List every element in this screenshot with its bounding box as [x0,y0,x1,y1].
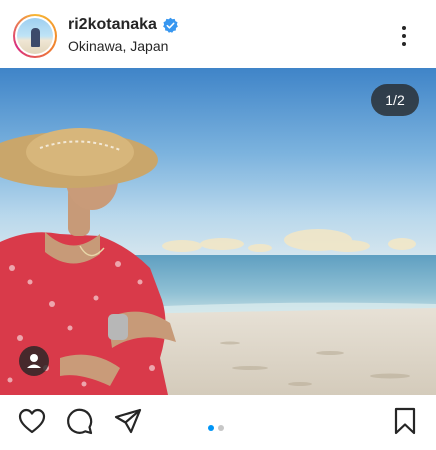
avatar-figure [31,28,40,47]
paper-plane-icon[interactable] [113,406,143,436]
profile-avatar[interactable] [13,14,57,58]
username-link[interactable]: ri2kotanaka [68,16,157,34]
avatar-image [17,18,53,54]
user-tag-icon[interactable] [19,346,49,376]
location-link[interactable]: Okinawa, Japan [68,38,168,54]
carousel-dot [208,425,214,431]
carousel-indicator [208,418,228,431]
image-counter: 1/2 [371,84,419,116]
carousel-dot [218,425,224,431]
comment-icon[interactable] [64,406,94,436]
beach-photo-illustration [0,68,436,395]
verified-badge-icon [163,17,178,33]
avatar-image-frame [15,16,55,56]
post-header: ri2kotanaka Okinawa, Japan [0,0,436,68]
heart-icon[interactable] [17,406,47,436]
more-options-icon[interactable] [401,26,407,46]
bookmark-icon[interactable] [390,406,420,436]
post-photo[interactable] [0,68,436,395]
